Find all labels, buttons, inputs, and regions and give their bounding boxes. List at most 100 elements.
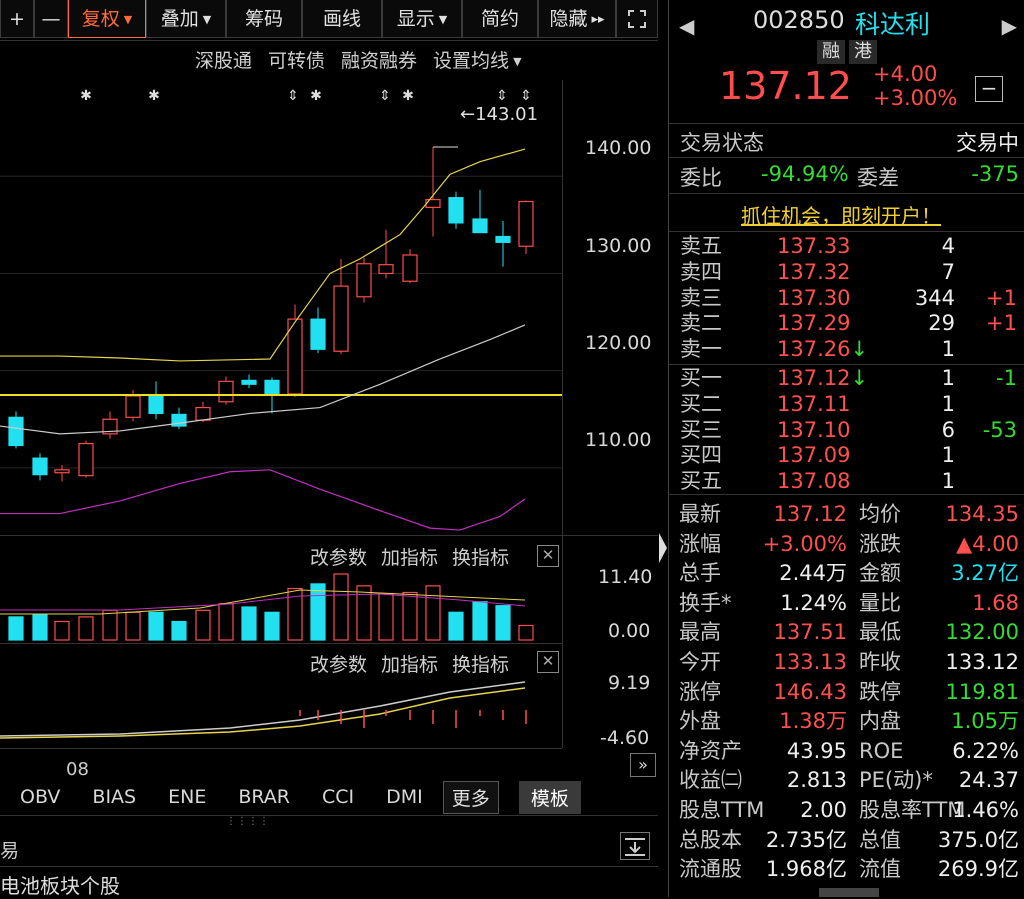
caret-down-icon: ▼	[202, 12, 212, 26]
chips-button[interactable]: 筹码	[226, 0, 302, 38]
collapse-panel-icon[interactable]	[658, 528, 668, 568]
expand-right-icon[interactable]: »	[630, 753, 656, 777]
convertible-bond-link[interactable]: 可转债	[268, 46, 325, 73]
macd-chart[interactable]	[0, 676, 562, 748]
sz-connect-link[interactable]: 深股通	[195, 46, 252, 73]
tab-ene[interactable]: ENE	[168, 786, 206, 808]
draw-line-button[interactable]: 画线	[302, 0, 382, 38]
bid-price: 137.09	[777, 443, 851, 468]
chart-area[interactable]: + — 复权 ▼ 叠加 ▼ 筹码 画线 显示 ▼ 简约 隐藏 ▸▸ 深股通 可转债 融资…	[0, 0, 658, 899]
quote-panel: ◀ ▶ 002850 科达利 融 港 137.12 +4.00 +3.00% −…	[668, 0, 1024, 897]
more-tabs-button[interactable]: 更多	[442, 780, 499, 814]
switch-indicator-button[interactable]: 换指标	[452, 543, 509, 570]
prev-stock-icon[interactable]: ◀	[679, 14, 694, 38]
news-ticker[interactable]: 电池板块个股	[0, 870, 120, 899]
volume-bar	[102, 609, 118, 641]
ask-volume: 7	[941, 259, 955, 284]
stat-value: 2.00	[800, 798, 847, 822]
adjust-price-dropdown[interactable]: 复权 ▼	[68, 0, 146, 38]
volume-bar	[218, 603, 234, 641]
volume-bar	[378, 593, 394, 641]
zoom-in-button[interactable]: +	[0, 0, 34, 38]
stats-row: 净资产 43.95 ROE 6.22%	[669, 737, 1024, 766]
volume-chart[interactable]	[0, 570, 562, 642]
switch-indicator-button[interactable]: 换指标	[452, 650, 509, 677]
fullscreen-icon	[628, 10, 646, 28]
add-indicator-button[interactable]: 加指标	[381, 543, 438, 570]
stat-label: 流通股	[679, 857, 742, 882]
bid-row[interactable]: 买五 137.08 1	[669, 468, 1024, 494]
close-icon[interactable]: ✕	[537, 545, 559, 567]
download-icon[interactable]	[620, 832, 650, 860]
stats-row: 最新 137.12 均价 134.35	[669, 500, 1024, 529]
ask-row[interactable]: 卖三 137.30 344 +1	[669, 285, 1024, 311]
edit-params-button[interactable]: 改参数	[310, 543, 367, 570]
ask-volume: 1	[941, 337, 955, 362]
signal-marker-icon: ⇕	[496, 88, 508, 104]
bid-label: 买一	[680, 366, 722, 390]
down-arrow-icon: ↓	[850, 366, 869, 390]
high-price-marker: ←143.01	[460, 104, 539, 125]
stats-row: 流通股 1.968亿 流值 269.9亿	[669, 855, 1024, 884]
stat-value: 2.735亿	[765, 827, 847, 852]
ask-row[interactable]: 卖二 137.29 29 +1	[669, 310, 1024, 336]
tab-brar[interactable]: BRAR	[238, 786, 290, 808]
stat-label: 股息率TTM	[859, 798, 966, 822]
ask-row[interactable]: 卖五 137.33 4	[669, 233, 1024, 259]
ask-row[interactable]: 卖四 137.32 7	[669, 259, 1024, 285]
ask-row[interactable]: 卖一 137.26↓ 1	[669, 336, 1024, 362]
edit-params-button[interactable]: 改参数	[310, 650, 367, 677]
order-diff-label: 委差	[857, 166, 899, 190]
collapse-quote-icon[interactable]: −	[975, 76, 1003, 102]
close-icon[interactable]: ✕	[537, 651, 559, 673]
display-dropdown[interactable]: 显示 ▼	[382, 0, 462, 38]
simple-mode-button[interactable]: 简约	[462, 0, 538, 38]
stat-label: 涨停	[679, 679, 721, 704]
tab-obv[interactable]: OBV	[20, 786, 60, 808]
margin-tag: 融	[817, 40, 845, 64]
bid-row[interactable]: 买一 137.12↓ 1 -1	[669, 365, 1024, 391]
zoom-out-button[interactable]: —	[34, 0, 68, 38]
stat-value: 2.44万	[779, 561, 847, 586]
open-account-link[interactable]: 抓住机会，即刻开户！	[741, 200, 941, 229]
bid-row[interactable]: 买四 137.09 1	[669, 442, 1024, 468]
ask-change: +1	[986, 285, 1017, 310]
template-button[interactable]: 模板	[518, 780, 581, 814]
divider	[669, 231, 1024, 232]
resize-handle[interactable]: ⋮⋮⋮⋮	[226, 816, 270, 827]
stat-value: 119.81	[945, 679, 1019, 704]
scroll-handle[interactable]	[819, 888, 879, 897]
bid-price: 137.08	[777, 469, 851, 494]
candlestick-chart[interactable]: ✱ ✱ ⇕ ✱ ⇕ ✱ ⇕ ⇕	[0, 80, 562, 535]
stat-value: 137.12	[773, 502, 847, 526]
overlay-dropdown[interactable]: 叠加 ▼	[146, 0, 226, 38]
margin-trading-link[interactable]: 融资融券	[341, 46, 417, 73]
bid-volume: 1	[941, 443, 955, 468]
bid-row[interactable]: 买三 137.10 6 -53	[669, 417, 1024, 443]
stat-label: 今开	[679, 650, 721, 674]
hide-button[interactable]: 隐藏 ▸▸	[538, 0, 616, 38]
candle-body	[241, 379, 257, 385]
next-stock-icon[interactable]: ▶	[1002, 14, 1017, 38]
fullscreen-button[interactable]	[616, 0, 658, 38]
stats-row: 总股本 2.735亿 总值 375.0亿	[669, 826, 1024, 855]
price-axis-divider	[562, 80, 563, 748]
tab-dmi[interactable]: DMI	[386, 786, 423, 808]
tab-cci[interactable]: CCI	[322, 786, 354, 808]
stat-label: 内盘	[859, 709, 901, 734]
price-change: +4.00	[873, 62, 938, 86]
bid-row[interactable]: 买二 137.11 1	[669, 391, 1024, 417]
ma-line-yellow	[0, 148, 526, 362]
stat-value: 3.27亿	[951, 561, 1019, 586]
tab-bias[interactable]: BIAS	[92, 786, 136, 808]
add-indicator-button[interactable]: 加指标	[381, 650, 438, 677]
indicator-panel-1-toolbar: 改参数 加指标 换指标	[310, 543, 509, 570]
caret-down-icon: ▼	[123, 12, 133, 26]
bid-change: -1	[996, 366, 1017, 390]
candle-body	[495, 235, 511, 243]
volume-label-zero: 0.00	[608, 620, 651, 642]
price-label-130: 130.00	[585, 235, 652, 257]
ma-settings-link[interactable]: 设置均线 ▼	[433, 46, 521, 73]
stat-label: 涨跌	[859, 531, 901, 556]
stats-row: 总手 2.44万 金额 3.27亿	[669, 559, 1024, 588]
